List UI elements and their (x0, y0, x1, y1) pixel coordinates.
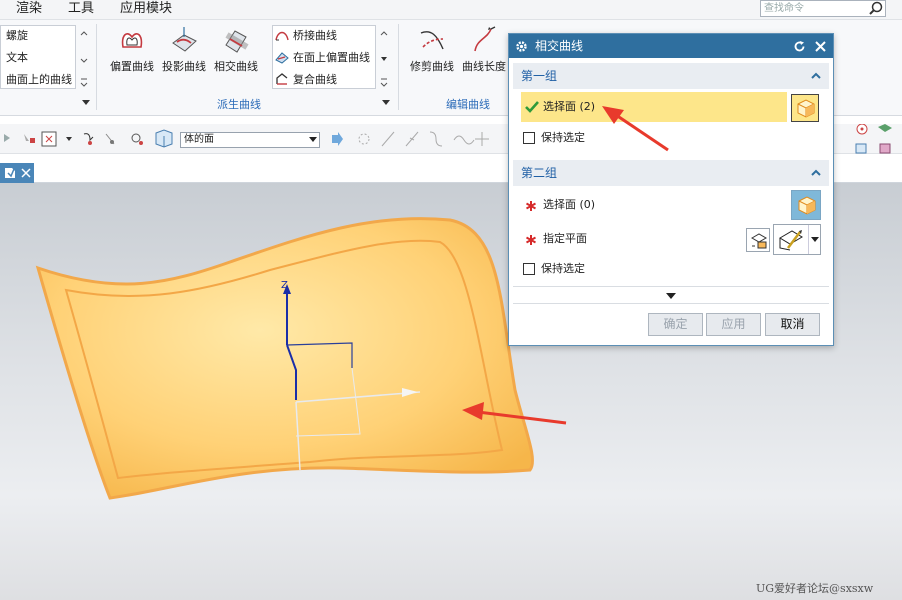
face-icon (798, 196, 816, 215)
project-curve-label: 投影曲线 (162, 60, 206, 73)
group-1-header[interactable]: 第一组 (513, 63, 829, 89)
curve-length-icon (474, 26, 496, 52)
helix-item[interactable]: 螺旋 (6, 29, 28, 43)
checkbox[interactable] (523, 263, 535, 275)
chevron-down-icon (309, 137, 317, 142)
group-1-select-face-label: 选择面 (2) (543, 100, 596, 113)
required-asterisk-icon (526, 235, 536, 245)
trim-curve-label: 修剪曲线 (410, 60, 454, 73)
close-tab-icon[interactable] (21, 168, 31, 178)
group-2-keep-selected-label: 保持选定 (541, 262, 585, 275)
menu-render[interactable]: 渲染 (16, 0, 42, 18)
bridge-curve-icon (275, 31, 289, 41)
chevron-down-icon[interactable] (811, 237, 819, 243)
group-2-header[interactable]: 第二组 (513, 160, 829, 186)
select-face-button[interactable] (791, 94, 819, 122)
intersect-curve-label: 相交曲线 (214, 60, 258, 73)
offset-curve-icon (121, 33, 143, 48)
z-axis-label: Z (281, 280, 288, 291)
dialog-title: 相交曲线 (535, 39, 584, 53)
annotation-arrow-dialog (602, 106, 669, 152)
intersect-curve-dialog[interactable]: 相交曲线 第一组 选择面 (2) 保持选定 第二组 选择面 (0) 指定平面 保… (508, 33, 834, 346)
group-menu-icon[interactable] (82, 100, 90, 106)
specify-plane-label: 指定平面 (543, 232, 587, 245)
intersect-curve-icon (225, 30, 249, 53)
cancel-button[interactable]: 取消 (765, 313, 820, 336)
selection-filter-value: 体的面 (184, 134, 214, 145)
group-2-title: 第二组 (521, 166, 558, 180)
required-asterisk-icon (526, 201, 536, 211)
derived-curves-group-label: 派生曲线 (217, 98, 261, 111)
document-icon (5, 168, 15, 178)
text-item[interactable]: 文本 (6, 51, 28, 65)
selection-filter-dropdown[interactable]: 体的面 (180, 132, 320, 148)
ribbon-separator (96, 24, 97, 110)
offset-curve-button[interactable]: 偏置曲线 (108, 25, 156, 74)
offset-in-face-icon (275, 52, 289, 64)
project-curve-icon (172, 27, 197, 52)
edit-curves-group-label: 编辑曲线 (446, 98, 490, 111)
gear-icon (516, 41, 527, 52)
plane-icon (779, 230, 803, 251)
search-icon[interactable] (868, 1, 884, 16)
check-icon (525, 101, 539, 113)
view-tools-icon[interactable] (852, 124, 902, 154)
trim-curve-button[interactable]: 修剪曲线 (408, 25, 456, 74)
chevron-up-icon[interactable] (811, 168, 821, 178)
expand-more-icon[interactable] (666, 293, 676, 300)
chevron-up-icon[interactable] (811, 71, 821, 81)
group-2-keep-selected[interactable]: 保持选定 (523, 262, 585, 276)
menu-bar: 渲染 工具 应用模块 查找命令 (0, 0, 902, 20)
select-face-button-2[interactable] (791, 190, 821, 220)
group-2-select-face-label: 选择面 (0) (543, 198, 596, 211)
project-curve-button[interactable]: 投影曲线 (160, 25, 208, 74)
inferred-plane-dropdown[interactable] (773, 224, 821, 255)
plane-dialog-icon (750, 233, 768, 249)
reset-icon[interactable] (793, 40, 806, 53)
ok-button[interactable]: 确定 (648, 313, 703, 336)
close-icon[interactable] (814, 40, 827, 53)
group-1-keep-selected[interactable]: 保持选定 (523, 131, 585, 145)
composite-curve-item[interactable]: 复合曲线 (293, 73, 337, 87)
checkbox[interactable] (523, 132, 535, 144)
menu-tools[interactable]: 工具 (68, 0, 94, 18)
curve-length-label: 曲线长度 (462, 60, 506, 73)
curve-on-surface-item[interactable]: 曲面上的曲线 (6, 73, 72, 87)
apply-button[interactable]: 应用 (706, 313, 761, 336)
composite-curve-icon (276, 73, 288, 85)
offset-curve-label: 偏置曲线 (110, 60, 154, 73)
dialog-divider (513, 303, 829, 304)
list-scroll-icon[interactable] (80, 29, 88, 93)
plane-dialog-button[interactable] (746, 228, 770, 252)
group-1-title: 第一组 (521, 69, 558, 83)
menu-application[interactable]: 应用模块 (120, 0, 172, 18)
derived-group-menu-icon[interactable] (382, 100, 390, 106)
face-icon (797, 99, 815, 118)
selection-tools-icon[interactable] (0, 124, 180, 154)
curved-surface[interactable] (35, 217, 534, 500)
watermark: UG爱好者论坛@sxsxw (756, 582, 874, 595)
offset-curve-in-face-item[interactable]: 在面上偏置曲线 (293, 51, 370, 65)
curve-length-button[interactable]: 曲线长度 (460, 25, 508, 74)
derived-scroll-icon[interactable] (380, 29, 388, 93)
dropdown-divider (808, 225, 809, 254)
bridge-curve-item[interactable]: 桥接曲线 (293, 29, 337, 43)
intersect-curve-button[interactable]: 相交曲线 (212, 25, 260, 74)
group-1-keep-selected-label: 保持选定 (541, 131, 585, 144)
trim-curve-icon (420, 31, 444, 50)
ribbon-separator (398, 24, 399, 110)
dialog-divider (513, 286, 829, 287)
dialog-title-bar[interactable]: 相交曲线 (509, 34, 833, 58)
snap-point-tools-icon[interactable] (326, 128, 506, 150)
document-tab[interactable] (0, 163, 34, 183)
